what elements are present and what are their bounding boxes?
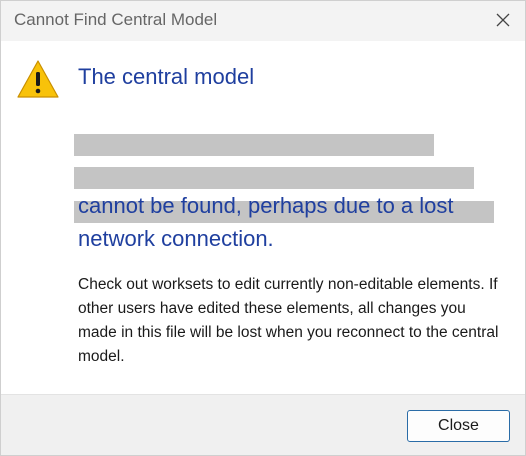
- redacted-path-line-2: [74, 167, 474, 189]
- dialog-content: The central model cannot be found, perha…: [1, 41, 525, 394]
- message-heading: The central model: [78, 61, 508, 93]
- heading-first-line: The central model: [78, 64, 255, 89]
- message-heading-tail: cannot be found, perhaps due to a lost n…: [78, 193, 454, 251]
- warning-icon: [16, 58, 60, 100]
- dialog-footer: Close: [1, 394, 525, 455]
- dialog: Cannot Find Central Model The central mo…: [0, 0, 526, 456]
- close-icon[interactable]: [487, 5, 519, 35]
- close-button[interactable]: Close: [407, 410, 510, 442]
- redacted-path-line-1: [74, 134, 434, 156]
- window-title: Cannot Find Central Model: [14, 10, 218, 29]
- message-body: Check out worksets to edit currently non…: [78, 276, 499, 365]
- title-bar: Cannot Find Central Model: [1, 1, 525, 41]
